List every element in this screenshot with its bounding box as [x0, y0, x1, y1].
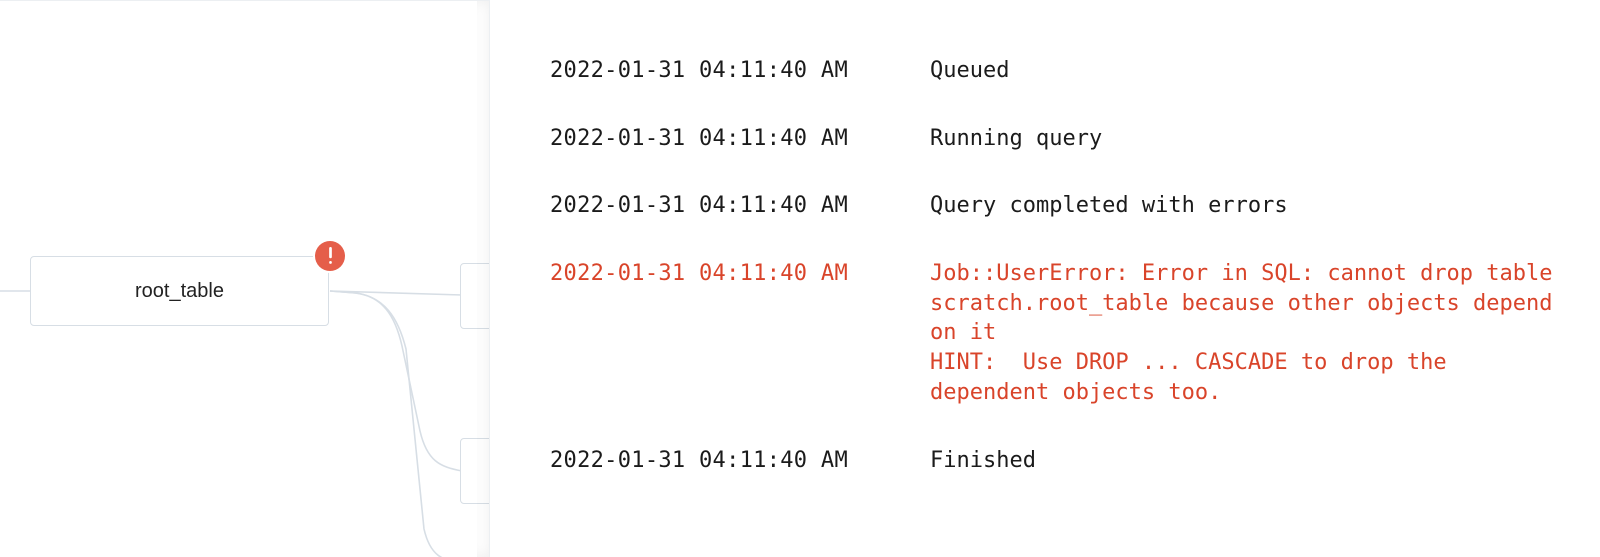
log-row: 2022-01-31 04:11:40 AM Finished: [550, 446, 1560, 476]
log-row: 2022-01-31 04:11:40 AM Job::UserError: Er…: [550, 259, 1560, 407]
log-message: Query completed with errors: [930, 191, 1560, 221]
log-row: 2022-01-31 04:11:40 AM Running query: [550, 124, 1560, 154]
log-message: Queued: [930, 56, 1560, 86]
log-timestamp: 2022-01-31 04:11:40 AM: [550, 446, 860, 476]
alert-badge[interactable]: [315, 241, 345, 271]
exclaim-icon: [328, 247, 333, 265]
node-label: root_table: [135, 280, 224, 303]
log-row: 2022-01-31 04:11:40 AM Query completed wi…: [550, 191, 1560, 221]
log-timestamp: 2022-01-31 04:11:40 AM: [550, 191, 860, 221]
graph-canvas[interactable]: root_table: [0, 0, 490, 557]
log-message: Job::UserError: Error in SQL: cannot dro…: [930, 259, 1560, 407]
log-message: Finished: [930, 446, 1560, 476]
log-timestamp: 2022-01-31 04:11:40 AM: [550, 56, 860, 86]
log-timestamp: 2022-01-31 04:11:40 AM: [550, 259, 860, 407]
log-panel: 2022-01-31 04:11:40 AMQueued2022-01-31 0…: [490, 0, 1600, 557]
node-downstream-2[interactable]: [460, 438, 490, 504]
log-message: Running query: [930, 124, 1560, 154]
log-timestamp: 2022-01-31 04:11:40 AM: [550, 124, 860, 154]
node-downstream-1[interactable]: [460, 263, 490, 329]
node-root-table[interactable]: root_table: [30, 256, 329, 326]
app-root: root_table 2022-01-31 04:11:40 AMQueued2…: [0, 0, 1600, 557]
log-row: 2022-01-31 04:11:40 AM Queued: [550, 56, 1560, 86]
